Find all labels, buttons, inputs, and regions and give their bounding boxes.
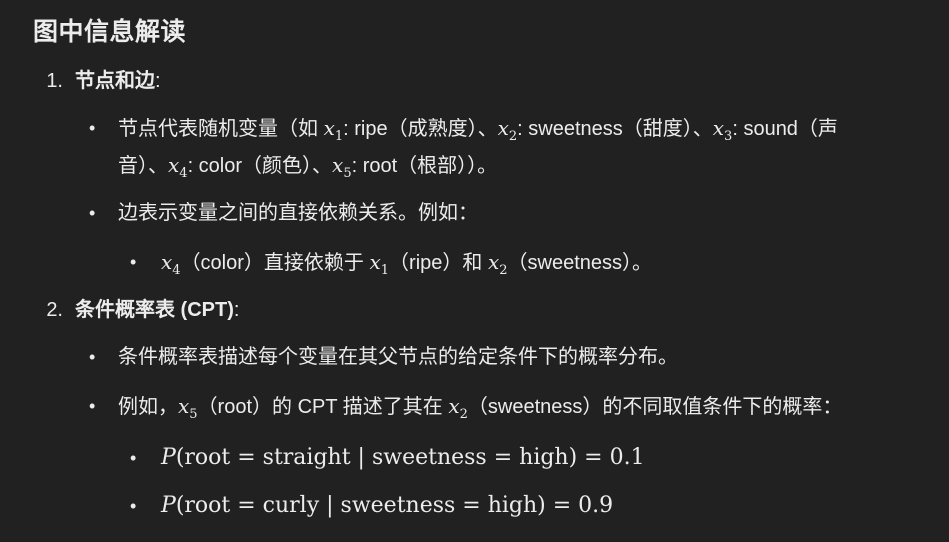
section-title: 图中信息解读	[33, 18, 187, 46]
formula: P(root = curly | sweetness = high) = 0.9	[161, 493, 614, 518]
math-var: x2	[487, 250, 508, 278]
list-number: 1.	[46, 70, 63, 92]
bullet-dot: •	[130, 448, 137, 468]
bullet-dot: •	[130, 496, 137, 516]
page: 图中信息解读 1. 节点和边: • 节点代表随机变量（如 x1: ripe（成熟…	[0, 0, 949, 542]
text: （color）直接依赖于	[180, 252, 370, 274]
text: 边表示变量之间的直接依赖关系。例如：	[118, 202, 478, 224]
text: 条件概率表描述每个变量在其父节点的给定条件下的概率分布。	[118, 346, 678, 368]
colon: :	[233, 299, 240, 321]
text: : sound（声	[732, 118, 838, 140]
bullet-dot: •	[89, 203, 96, 223]
math-var: x5	[178, 394, 198, 422]
text: 节点代表随机变量（如	[118, 118, 324, 140]
text: （sweetness）的不同取值条件下的概率：	[467, 396, 843, 418]
math-var: x4	[161, 250, 181, 278]
text: 音）、	[118, 155, 168, 177]
heading-text: 条件概率表 (CPT)	[75, 299, 234, 321]
math-var: x2	[497, 116, 518, 144]
bullet-dot: •	[89, 347, 96, 367]
math-var: x5	[332, 153, 352, 181]
math-var: x3	[712, 116, 733, 144]
math-var: x4	[168, 153, 188, 181]
text: : root（根部））。	[351, 155, 498, 177]
text: （sweetness）。	[507, 252, 653, 274]
heading-text: 节点和边	[75, 70, 155, 92]
math-var: x1	[369, 250, 390, 278]
text: : ripe（成熟度）、	[343, 118, 498, 140]
text: 例如，	[118, 396, 178, 418]
text: : color（颜色）、	[187, 155, 333, 177]
text: （ripe）和	[389, 252, 488, 274]
bullet-dot: •	[89, 396, 96, 416]
bullet-dot: •	[130, 252, 137, 272]
text: （root）的 CPT 描述了其在	[197, 396, 449, 418]
bullet-dot: •	[89, 118, 96, 138]
math-var: x1	[323, 116, 344, 144]
bullet-item-continuation: 音）、x4: color（颜色）、x5: root（根部））。	[118, 147, 497, 192]
text: : sweetness（甜度）、	[517, 118, 713, 140]
math-var: x2	[448, 394, 468, 422]
list-number: 2.	[46, 299, 63, 321]
formula: P(root = straight | sweetness = high) = …	[161, 445, 645, 470]
colon: :	[155, 70, 161, 92]
